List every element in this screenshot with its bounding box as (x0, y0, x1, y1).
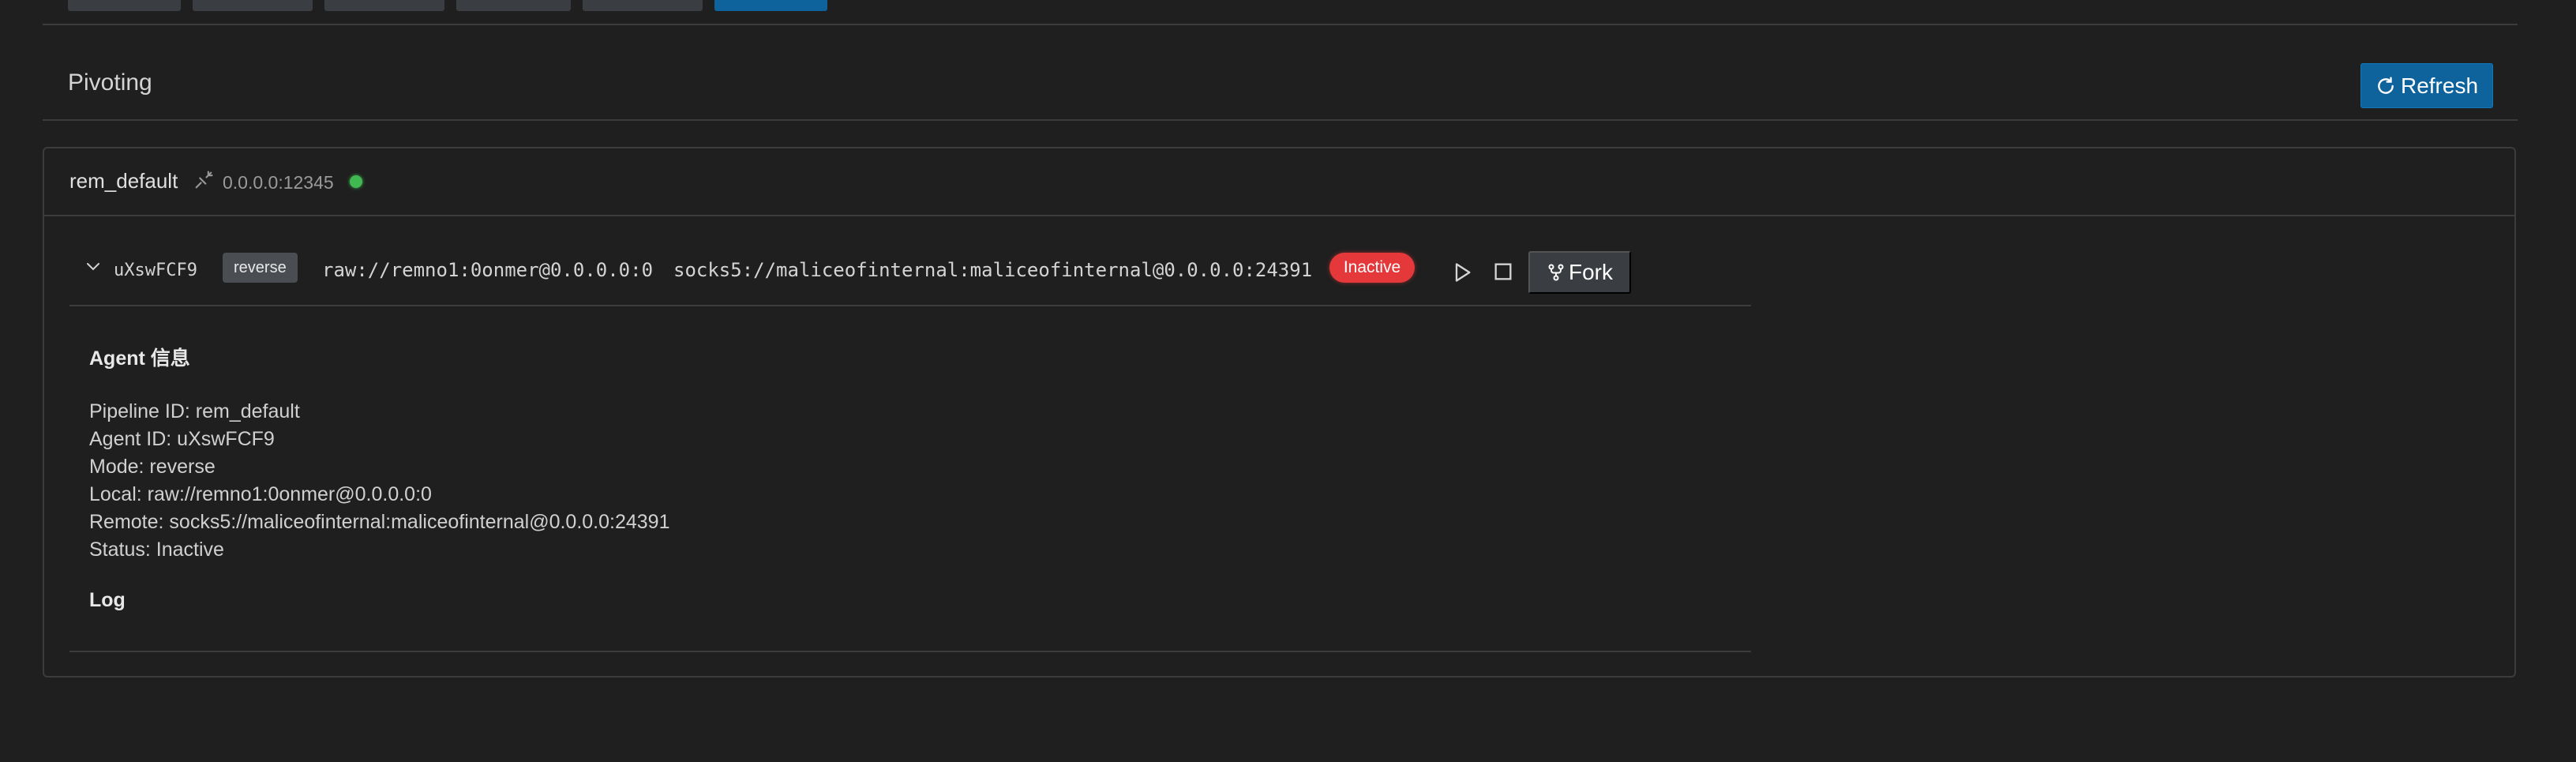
top-divider (43, 24, 2518, 25)
log-heading: Log (89, 589, 126, 611)
tab-3[interactable] (324, 0, 444, 11)
agent-remote-url: socks5://maliceofinternal:maliceofintern… (673, 259, 1313, 281)
agent-id: uXswFCF9 (114, 261, 197, 280)
pivoting-page: Pivoting Refresh rem_default 0.0.0.0:123… (0, 0, 2576, 762)
detail-pipeline-id: Pipeline ID: rem_default (89, 400, 300, 422)
disconnected-link-icon (195, 171, 213, 189)
agent-divider (69, 305, 1751, 306)
section-divider (43, 119, 2518, 121)
details-lines: Pipeline ID: rem_default Agent ID: uXswF… (89, 398, 670, 564)
pipeline-header[interactable]: rem_default 0.0.0.0:12345 (44, 148, 2514, 216)
pipeline-status-dot (350, 175, 362, 188)
tab-2[interactable] (193, 0, 313, 11)
log-divider (69, 651, 1751, 652)
agent-row: uXswFCF9 reverse raw://remno1:0onmer@0.0… (44, 251, 1749, 298)
stop-icon[interactable] (1492, 261, 1514, 283)
detail-local: Local: raw://remno1:0onmer@0.0.0.0:0 (89, 483, 432, 505)
refresh-icon (2378, 77, 2394, 94)
pipeline-address: 0.0.0.0:12345 (223, 172, 334, 193)
detail-status: Status: Inactive (89, 539, 224, 561)
tab-1[interactable] (68, 0, 181, 11)
agent-details: Agent 信息 Pipeline ID: rem_default Agent … (89, 343, 670, 611)
tab-active[interactable] (714, 0, 827, 11)
section-title: Pivoting (68, 69, 152, 96)
refresh-button[interactable]: Refresh (2360, 63, 2493, 108)
top-tab-strip (68, 0, 827, 11)
chevron-down-icon[interactable] (84, 257, 103, 276)
refresh-label: Refresh (2400, 73, 2479, 98)
status-badge: Inactive (1329, 253, 1415, 283)
fork-button[interactable]: Fork (1528, 251, 1631, 294)
pipeline-panel: rem_default 0.0.0.0:12345 uXswFCF9 rever… (43, 147, 2516, 678)
details-heading: Agent 信息 (89, 347, 190, 370)
tab-4[interactable] (456, 0, 571, 11)
fork-icon (1548, 264, 1564, 281)
mode-badge: reverse (223, 253, 298, 283)
tab-5[interactable] (583, 0, 703, 11)
detail-mode: Mode: reverse (89, 456, 216, 478)
pipeline-name: rem_default (69, 169, 178, 193)
play-icon[interactable] (1451, 261, 1473, 284)
agent-local-url: raw://remno1:0onmer@0.0.0.0:0 (322, 259, 654, 281)
detail-agent-id: Agent ID: uXswFCF9 (89, 428, 275, 450)
detail-remote: Remote: socks5://maliceofinternal:malice… (89, 511, 670, 533)
fork-label: Fork (1569, 260, 1613, 284)
